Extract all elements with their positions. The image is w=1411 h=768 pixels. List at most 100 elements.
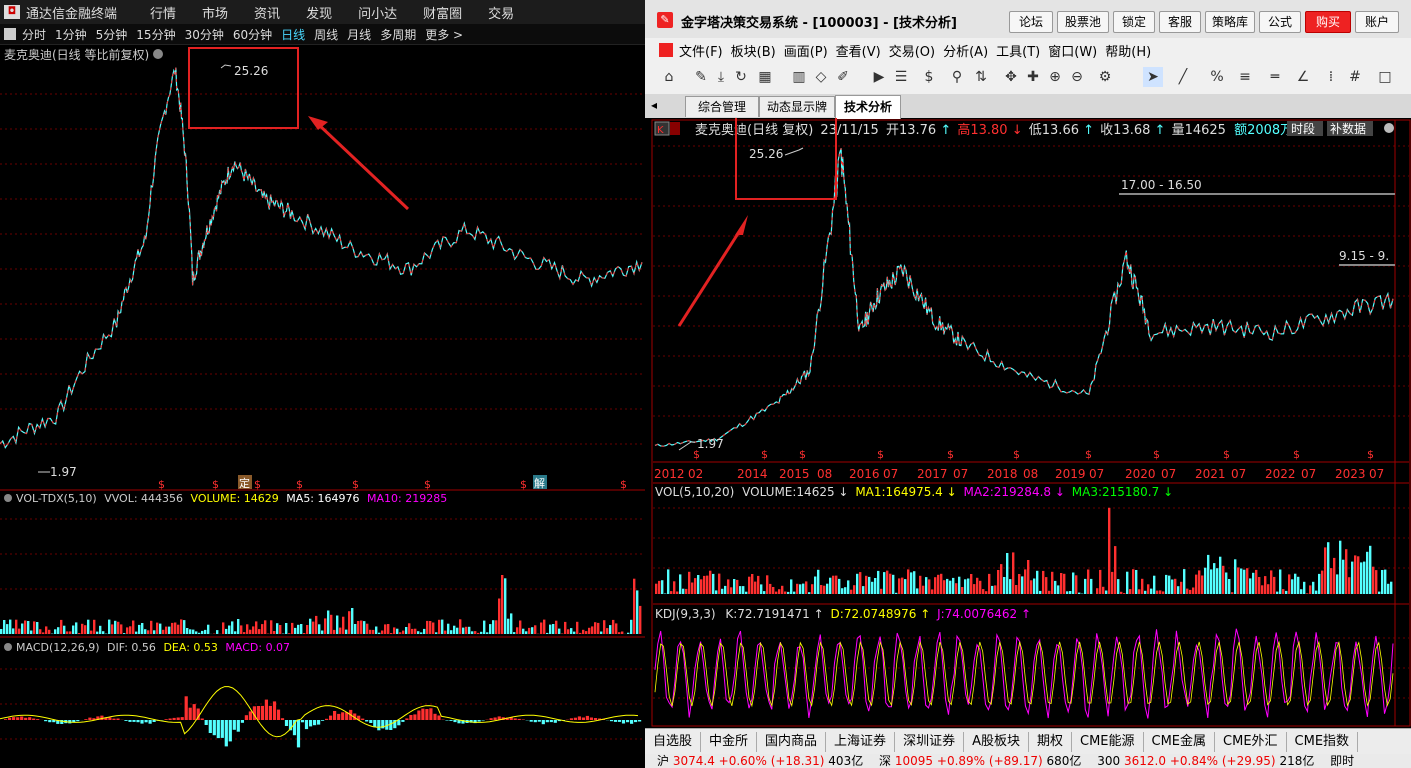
menu-item[interactable]: 帮助(H) — [1105, 41, 1151, 60]
angle-icon[interactable]: ∠ — [1293, 67, 1313, 87]
market-tab[interactable]: CME指数 — [1287, 732, 1359, 752]
zoom-in-icon[interactable]: ⊕ — [1045, 67, 1065, 87]
list-icon[interactable]: ☰ — [891, 67, 911, 87]
period-button[interactable]: 1分钟 — [55, 26, 87, 43]
filter-icon[interactable]: ⚲ — [947, 67, 967, 87]
hline-icon[interactable]: ═ — [1265, 67, 1285, 87]
menu-item[interactable]: 市场 — [202, 3, 228, 22]
period-button[interactable]: 15分钟 — [136, 26, 175, 43]
stock-pool-button[interactable]: 股票池 — [1057, 11, 1109, 33]
left-chart-area[interactable]: 麦克奥迪(日线 等比前复权) 25.26 1.97 $ $ $ $ $ $ $ $ 定 解… — [0, 44, 645, 768]
period-button[interactable]: 更多 > — [425, 26, 463, 43]
service-button[interactable]: 客服 — [1159, 11, 1201, 33]
macd-bar — [493, 717, 497, 720]
tab-overview[interactable]: 综合管理 — [685, 96, 759, 117]
volume-bar — [156, 622, 159, 634]
menu-item[interactable]: 交易(O) — [889, 41, 935, 60]
zoom-out-icon[interactable]: ⊖ — [1067, 67, 1087, 87]
sort-icon[interactable]: ⇅ — [971, 67, 991, 87]
chevron-down-icon[interactable] — [4, 494, 12, 502]
line-tool-icon[interactable]: ╱ — [1173, 67, 1193, 87]
download-icon[interactable]: ⤓ — [711, 67, 731, 87]
volume-bar — [1387, 583, 1390, 594]
volume-bar — [1300, 589, 1303, 594]
grid-icon[interactable]: ▦ — [755, 67, 775, 87]
menu-item[interactable]: 分析(A) — [943, 41, 988, 60]
volume-bar — [1276, 591, 1279, 594]
strategy-button[interactable]: 策略库 — [1205, 11, 1255, 33]
market-tab[interactable]: CME金属 — [1144, 732, 1216, 752]
period-button[interactable]: 30分钟 — [185, 26, 224, 43]
rect-icon[interactable]: □ — [1375, 67, 1395, 87]
home-icon[interactable]: ⌂ — [659, 67, 679, 87]
menu-item[interactable]: 查看(V) — [836, 41, 881, 60]
volume-bar — [793, 591, 796, 594]
panel-toggle-icon[interactable] — [4, 28, 16, 40]
fib-icon[interactable]: ⁞ — [1321, 67, 1341, 87]
period-button[interactable]: 月线 — [347, 26, 371, 43]
menu-item[interactable]: 行情 — [150, 3, 176, 22]
right-chart-area[interactable]: K 麦克奥迪(日线 复权) 23/11/15 开13.76 ↑ 高13.80 ↓… — [651, 118, 1411, 728]
market-tab[interactable]: 中金所 — [701, 732, 758, 752]
period-button[interactable]: 多周期 — [380, 26, 416, 43]
edit-icon[interactable]: ✐ — [833, 67, 853, 87]
volume-bar — [757, 575, 760, 594]
macd-header: MACD(12,26,9) DIF: 0.56 DEA: 0.53 MACD: … — [16, 641, 290, 654]
forum-button[interactable]: 论坛 — [1009, 11, 1053, 33]
account-button[interactable]: 账户 — [1355, 11, 1399, 33]
market-tab[interactable]: 国内商品 — [757, 732, 827, 752]
collapse-icon[interactable] — [1384, 123, 1394, 133]
period-button[interactable]: 5分钟 — [96, 26, 128, 43]
formula-button[interactable]: 公式 — [1259, 11, 1301, 33]
pen-icon[interactable]: ✎ — [691, 67, 711, 87]
buy-button[interactable]: 购买 — [1305, 11, 1351, 33]
menu-item[interactable]: 发现 — [306, 3, 332, 22]
period-button[interactable]: 60分钟 — [233, 26, 272, 43]
play-icon[interactable]: ▶ — [869, 67, 889, 87]
chevron-down-icon[interactable] — [670, 122, 680, 135]
volume-bar — [1129, 589, 1132, 594]
lock-button[interactable]: 锁定 — [1113, 11, 1155, 33]
volume-bar — [919, 575, 922, 594]
volume-bar — [736, 579, 739, 594]
diamond-icon[interactable]: ◇ — [811, 67, 831, 87]
menu-item[interactable]: 窗口(W) — [1048, 41, 1097, 60]
chevron-down-icon[interactable] — [4, 643, 12, 651]
dollar-icon[interactable]: $ — [919, 67, 939, 87]
period-button[interactable]: 分时 — [22, 26, 46, 43]
chevron-down-icon[interactable] — [153, 49, 163, 59]
hash-icon[interactable]: # — [1345, 67, 1365, 87]
menu-item[interactable]: 问小达 — [358, 3, 397, 22]
period-button-active[interactable]: 日线 — [281, 26, 305, 43]
market-tab[interactable]: 深圳证券 — [895, 732, 965, 752]
period-button[interactable]: 周线 — [314, 26, 338, 43]
menu-item[interactable]: 财富圈 — [423, 3, 462, 22]
menu-item[interactable]: 画面(P) — [784, 41, 828, 60]
tab-scroll-left-icon[interactable]: ◂ — [651, 98, 657, 112]
market-tab[interactable]: 自选股 — [645, 732, 702, 752]
volume-bar — [1039, 590, 1042, 594]
chart-icon[interactable]: ▥ — [789, 67, 809, 87]
market-tab[interactable]: 期权 — [1029, 732, 1072, 752]
volume-bar — [30, 630, 33, 634]
menu-item[interactable]: 交易 — [488, 3, 514, 22]
percent-icon[interactable]: % — [1207, 67, 1227, 87]
cursor-icon[interactable]: ✚ — [1023, 67, 1043, 87]
bars-icon[interactable]: ≡ — [1235, 67, 1255, 87]
move-icon[interactable]: ✥ — [1001, 67, 1021, 87]
market-tab[interactable]: 上海证券 — [826, 732, 896, 752]
market-tab[interactable]: CME能源 — [1072, 732, 1144, 752]
menu-item[interactable]: 工具(T) — [996, 41, 1040, 60]
tab-technical[interactable]: 技术分析 — [835, 95, 901, 119]
menu-item[interactable]: 文件(F) — [679, 41, 723, 60]
menu-item[interactable]: 资讯 — [254, 3, 280, 22]
volume-bar — [531, 627, 534, 634]
market-tab[interactable]: A股板块 — [964, 732, 1029, 752]
market-tab[interactable]: CME外汇 — [1215, 732, 1287, 752]
gear-icon[interactable]: ⚙ — [1095, 67, 1115, 87]
menu-item[interactable]: 板块(B) — [731, 41, 776, 60]
volume-bar — [1282, 589, 1285, 594]
pointer-icon[interactable]: ➤ — [1143, 67, 1163, 87]
refresh-icon[interactable]: ↻ — [731, 67, 751, 87]
tab-dynamic[interactable]: 动态显示牌 — [759, 96, 835, 117]
